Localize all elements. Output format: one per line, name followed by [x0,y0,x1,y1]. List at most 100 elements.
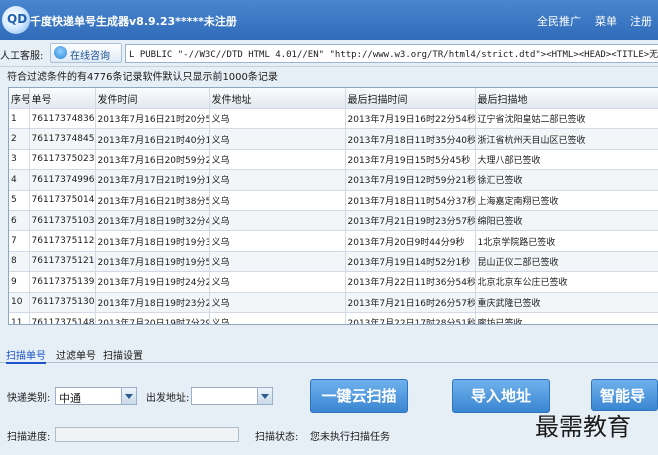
cell-index: 11 [9,312,30,324]
cell-last-scan-time: 2013年7月21日19时23分57秒 [345,210,476,232]
cell-send-address: 义乌 [209,108,346,130]
cell-last-scan-place: 绵阳已签收 [475,210,658,232]
col-header-send-address[interactable]: 发件地址 [209,88,346,109]
menu-main[interactable]: 菜单 [595,13,617,29]
cell-index: 1 [9,108,30,130]
cell-send-address: 义乌 [209,210,346,232]
cell-send-time: 2013年7月18日19时23分2 [95,292,210,313]
cell-send-time: 2013年7月18日19时19分3 [95,230,210,252]
table-row[interactable]: 2 761173748456 2013年7月16日21时40分1 义乌 2013年7月1… [9,128,658,150]
html-source-field[interactable]: L PUBLIC "-//W3C//DTD HTML 4.01//EN" "ht… [125,44,658,63]
tab-scan-numbers[interactable]: 扫描单号 [6,347,46,364]
table-row[interactable]: 6 761173751037 2013年7月18日19时32分4 义乌 2013年7月2… [9,210,658,232]
result-table: 序号 单号 发件时间 发件地址 最后扫描时间 最后扫描地 1 7611737483… [9,88,658,324]
cell-send-time: 2013年7月16日21时40分1 [95,128,210,150]
cell-send-address: 义乌 [209,128,346,150]
col-header-index[interactable]: 序号 [9,88,30,109]
table-row[interactable]: 4 761173749969 2013年7月17日21时19分1 义乌 2013年7月1… [9,169,658,191]
col-header-last-scan-time[interactable]: 最后扫描时间 [345,88,476,109]
cell-tracking-no: 761173751482 [29,312,96,324]
cell-last-scan-place: 廊坊已签收 [475,312,658,324]
cell-tracking-no: 761173749969 [29,169,96,191]
app-title: 千度快递单号生成器v8.9.23*****未注册 [30,15,237,28]
table-row[interactable]: 10 761173751304 2013年7月18日19时23分2 义乌 2013年7月… [9,292,658,313]
scan-progress-label: 扫描进度: [7,432,51,443]
courier-type-select[interactable]: 中通 [55,387,137,405]
cell-last-scan-place: 浙江省杭州天目山区已签收 [475,128,658,150]
cell-tracking-no: 761173751126 [29,230,96,252]
cell-tracking-no: 761173751393 [29,271,96,293]
cell-last-scan-place: 大理八部已签收 [475,149,658,171]
cell-send-address: 义乌 [209,169,346,191]
table-row[interactable]: 9 761173751393 2013年7月19日19时24分2 义乌 2013年7月2… [9,271,658,293]
cell-last-scan-time: 2013年7月22日11时36分54秒 [345,271,476,293]
tab-scan-settings[interactable]: 扫描设置 [103,347,143,362]
table-row[interactable]: 11 761173751482 2013年7月20日19时7分29 义乌 2013年7月… [9,312,658,324]
col-header-tracking-no[interactable]: 单号 [29,88,96,109]
origin-address-select[interactable] [191,387,273,405]
cell-index: 6 [9,210,30,232]
cell-last-scan-place: 上海嘉定南翔已签收 [475,190,658,211]
cell-send-address: 义乌 [209,271,346,293]
table-row[interactable]: 5 761173750147 2013年7月16日21时38分5 义乌 2013年7月1… [9,190,658,211]
cell-send-time: 2013年7月18日19时32分4 [95,210,210,232]
table-row[interactable]: 1 761173748367 2013年7月16日21时20分5 义乌 2013年7月1… [9,108,658,130]
cell-tracking-no: 761173751037 [29,210,96,232]
col-header-last-scan-place[interactable]: 最后扫描地 [475,88,658,109]
cell-last-scan-place: 重庆武隆已签收 [475,292,658,313]
cell-tracking-no: 761173751304 [29,292,96,313]
online-consult-button[interactable]: 在线咨询 [50,43,122,63]
cell-send-address: 义乌 [209,149,346,171]
cell-send-address: 义乌 [209,292,346,313]
cell-tracking-no: 761173751215 [29,251,96,273]
cell-tracking-no: 761173748456 [29,128,96,150]
cell-last-scan-time: 2013年7月19日16时22分54秒 [345,108,476,130]
cell-send-time: 2013年7月19日19时24分2 [95,271,210,293]
menu-promote[interactable]: 全民推广 [537,13,581,29]
cell-index: 5 [9,190,30,211]
cell-send-address: 义乌 [209,251,346,273]
cell-index: 3 [9,149,30,171]
table-row[interactable]: 3 761173750236 2013年7月16日20时59分2 义乌 2013年7月1… [9,149,658,171]
tab-filter-numbers[interactable]: 过滤单号 [56,347,96,362]
toolbar: 人工客服: 在线咨询 L PUBLIC "-//W3C//DTD HTML 4.… [0,40,658,67]
cell-send-time: 2013年7月17日21时19分1 [95,169,210,191]
bottom-tabs: 扫描单号 过滤单号 扫描设置 [0,344,658,364]
chevron-down-icon [257,388,272,404]
cell-index: 8 [9,251,30,273]
cell-index: 9 [9,271,30,293]
cell-send-time: 2013年7月16日20时59分2 [95,149,210,171]
cell-tracking-no: 761173750236 [29,149,96,171]
one-click-scan-button[interactable]: 一键云扫描 [310,379,408,413]
app-logo-icon: QD [2,6,30,34]
cell-index: 2 [9,128,30,150]
cell-last-scan-place: 辽宁省沈阳皇姑二部已签收 [475,108,658,130]
courier-type-label: 快递类别: [7,393,51,404]
cell-send-time: 2013年7月18日19时19分5 [95,251,210,273]
table-row[interactable]: 8 761173751215 2013年7月18日19时19分5 义乌 2013年7月1… [9,251,658,273]
scan-status-value: 您未执行扫描任务 [310,432,390,443]
col-header-send-time[interactable]: 发件时间 [95,88,210,109]
cell-last-scan-time: 2013年7月19日15时5分45秒 [345,149,476,171]
cell-last-scan-time: 2013年7月18日11时35分40秒 [345,128,476,150]
cell-send-address: 义乌 [209,312,346,324]
cell-send-time: 2013年7月20日19时7分29 [95,312,210,324]
filter-notice: 符合过滤条件的有4776条记录软件默认只显示前1000条记录 [7,72,278,83]
cell-last-scan-time: 2013年7月22日17时28分51秒 [345,312,476,324]
origin-address-label: 出发地址: [146,393,190,404]
cell-last-scan-time: 2013年7月20日9时44分9秒 [345,230,476,252]
title-bar: QD 千度快递单号生成器v8.9.23*****未注册 全民推广 菜单 注册 [0,0,658,40]
cell-last-scan-place: 北京北京车公庄已签收 [475,271,658,293]
menu-register[interactable]: 注册 [630,13,652,29]
html-source-text: L PUBLIC "-//W3C//DTD HTML 4.01//EN" "ht… [129,50,658,60]
cell-send-address: 义乌 [209,190,346,211]
cell-last-scan-place: 徐汇已签收 [475,169,658,191]
result-grid[interactable]: 序号 单号 发件时间 发件地址 最后扫描时间 最后扫描地 1 7611737483… [8,87,658,325]
cell-tracking-no: 761173748367 [29,108,96,130]
table-row[interactable]: 7 761173751126 2013年7月18日19时19分3 义乌 2013年7月2… [9,230,658,252]
cell-last-scan-place: 1北京学院路已签收 [475,230,658,252]
cell-last-scan-time: 2013年7月19日12时59分21秒 [345,169,476,191]
table-header-row: 序号 单号 发件时间 发件地址 最后扫描时间 最后扫描地 [9,88,658,109]
chevron-down-icon [121,388,136,404]
watermark-text: 最需教育 [535,413,631,441]
